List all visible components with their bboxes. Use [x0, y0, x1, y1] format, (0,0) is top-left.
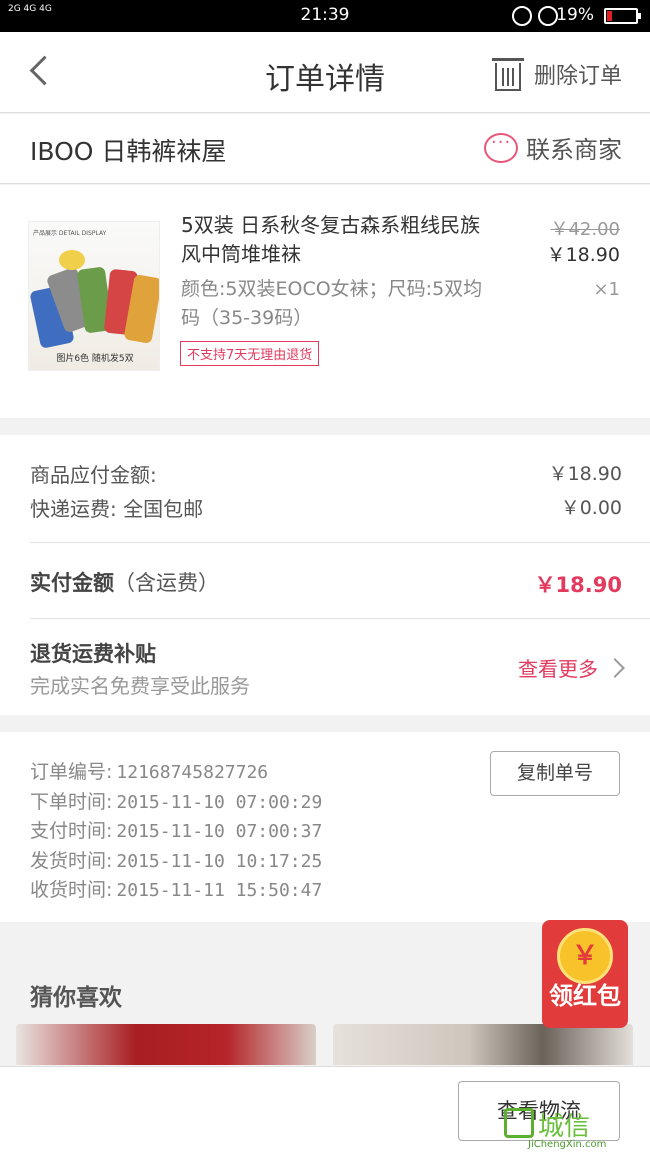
ship-time-label: 发货时间: — [30, 850, 113, 872]
shop-name: IBOO 日韩裤袜屋 — [30, 137, 227, 166]
order-time-value: 2015-11-10 07:00:29 — [116, 792, 323, 813]
receive-time-value: 2015-11-11 15:50:47 — [116, 880, 323, 901]
pay-time-label: 支付时间: — [30, 820, 113, 842]
recommend-card[interactable] — [16, 1024, 316, 1065]
product-spec: 颜色:5双装EOCO女袜；尺码:5双均码（35-39码） — [181, 278, 483, 329]
product-price: ￥18.90 — [546, 244, 620, 266]
original-price: ￥42.00 — [550, 219, 620, 240]
pay-time-row: 支付时间: 2015-11-10 07:00:37 — [30, 816, 322, 843]
order-time-label: 下单时间: — [30, 791, 113, 813]
return-policy-tag: 不支持7天无理由退货 — [180, 341, 320, 366]
trash-icon — [491, 56, 524, 92]
see-more-link[interactable]: 查看更多 — [518, 653, 625, 682]
order-number-label: 订单编号: — [30, 761, 113, 783]
red-packet-label: 领红包 — [549, 982, 621, 1010]
top-header: 订单详情 删除订单 — [0, 32, 650, 113]
ship-time-value: 2015-11-10 10:17:25 — [116, 851, 323, 872]
receive-time-label: 收货时间: — [30, 879, 113, 901]
product-name: 5双装 日系秋冬复古森系粗线民族风中筒堆堆袜 — [181, 213, 481, 266]
watermark-sub: JiChengXin.com — [528, 1139, 607, 1150]
order-number-value: 12168745827726 — [116, 762, 269, 783]
status-bar: 2G 4G 4G 21:39 19% — [0, 0, 650, 32]
product-quantity: ×1 — [593, 279, 620, 300]
lock-rotation-icon — [512, 6, 532, 26]
contact-seller-button[interactable]: 联系商家 — [484, 130, 622, 165]
order-info-section: 订单编号: 12168745827726 下单时间: 2015-11-10 07:0… — [0, 732, 650, 922]
order-time-row: 下单时间: 2015-11-10 07:00:29 — [30, 787, 322, 814]
delete-order-button[interactable]: 删除订单 — [491, 54, 622, 94]
shipping-value: ￥0.00 — [560, 497, 622, 519]
divider — [30, 542, 650, 543]
thumbnail-banner: 产品展示 DETAIL DISPLAY — [33, 230, 107, 237]
shipping-label: 快递运费: 全国包邮 — [30, 497, 204, 521]
thumbnail-caption: 图片6色 随机发5双 — [56, 354, 134, 364]
contact-seller-label: 联系商家 — [526, 136, 622, 164]
watermark-logo-icon — [504, 1108, 534, 1138]
paid-amount-value: ￥18.90 — [534, 573, 622, 597]
receive-time-row: 收货时间: 2015-11-11 15:50:47 — [30, 875, 322, 902]
watermark-main: 城信 — [538, 1112, 591, 1142]
battery-percent: 19% — [556, 5, 594, 25]
delete-order-label: 删除订单 — [533, 64, 622, 89]
copy-order-number-button[interactable]: 复制单号 — [490, 751, 620, 796]
red-packet-button[interactable]: ￥ 领红包 — [542, 920, 628, 1028]
paid-amount-label: 实付金额（含运费） — [30, 567, 219, 597]
product-item[interactable]: 产品展示 DETAIL DISPLAY 图片6色 随机发5双 5双装 日系秋冬复… — [0, 185, 650, 418]
paid-label-text: 实付金额 — [30, 571, 114, 595]
battery-icon — [604, 8, 641, 24]
site-watermark: 城信 JiChengXin.com — [504, 1106, 644, 1152]
chat-bubble-icon — [484, 132, 518, 163]
divider — [30, 618, 650, 619]
shop-row[interactable]: IBOO 日韩裤袜屋 联系商家 — [0, 114, 650, 184]
see-more-label: 查看更多 — [518, 657, 598, 681]
alarm-icon — [538, 6, 558, 26]
recommend-title: 猜你喜欢 — [30, 985, 122, 1011]
return-subsidy-title: 退货运费补贴 — [30, 642, 156, 666]
battery-fill — [607, 11, 612, 21]
chevron-right-icon — [605, 657, 625, 678]
return-subsidy-desc: 完成实名免费享受此服务 — [30, 674, 250, 698]
goods-amount-value: ￥18.90 — [548, 463, 622, 485]
paid-label-sub: （含运费） — [114, 571, 219, 595]
ship-time-row: 发货时间: 2015-11-10 10:17:25 — [30, 846, 322, 873]
amount-section: 商品应付金额: ￥18.90 快递运费: 全国包邮 ￥0.00 实付金额（含运费… — [0, 435, 650, 715]
goods-amount-label: 商品应付金额: — [30, 463, 157, 487]
order-number-row: 订单编号: 12168745827726 — [30, 757, 268, 784]
product-thumbnail[interactable]: 产品展示 DETAIL DISPLAY 图片6色 随机发5双 — [28, 221, 160, 371]
recommend-card[interactable] — [333, 1024, 633, 1065]
pay-time-value: 2015-11-10 07:00:37 — [116, 821, 323, 842]
